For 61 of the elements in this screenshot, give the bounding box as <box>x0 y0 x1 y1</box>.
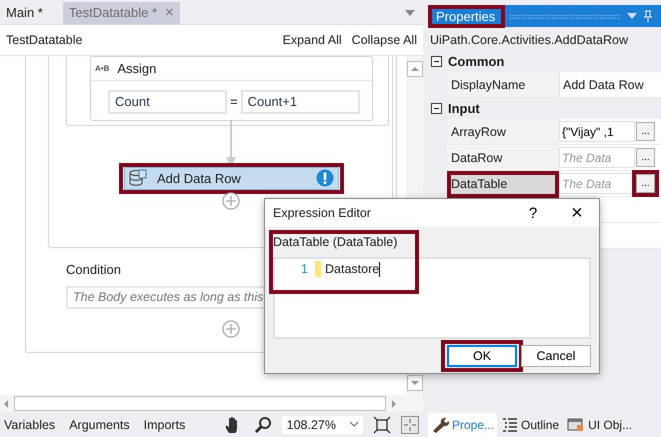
property-row[interactable]: DataTable The Data ... <box>447 171 661 197</box>
wrench-icon <box>431 416 449 432</box>
dialog-button[interactable]: OK <box>447 345 517 367</box>
panel-tab[interactable]: Arguments <box>69 418 130 432</box>
to-field[interactable]: Count <box>108 90 227 114</box>
add-icon[interactable] <box>222 192 240 210</box>
zoom-dropdown[interactable]: 108.27% <box>282 416 363 434</box>
expression-field[interactable]: {"Vijay" ,1 <box>559 121 635 142</box>
ui-object-icon <box>567 416 586 432</box>
value-field[interactable]: Count+1 <box>240 90 360 114</box>
group-heading: Input <box>448 101 480 116</box>
ellipsis-button[interactable]: ... <box>636 174 655 193</box>
line-number: 1 <box>301 262 309 276</box>
dialog-title: Expression Editor <box>273 206 371 220</box>
property-name[interactable]: DisplayName <box>447 72 559 97</box>
zoom-icon[interactable] <box>254 416 272 434</box>
outline-icon <box>502 416 518 432</box>
scroll-thumb[interactable] <box>14 396 386 412</box>
code-text: Datastore <box>325 262 380 276</box>
expression-label: DataTable (DataTable) <box>273 234 398 251</box>
scroll-up-icon[interactable] <box>406 60 422 77</box>
property-name[interactable]: DataRow <box>447 145 559 170</box>
collapse-icon[interactable] <box>431 103 442 114</box>
panel-tab[interactable]: UI Obj... <box>564 412 636 436</box>
reset-zoom-icon[interactable] <box>401 416 419 434</box>
activity-title: Assign <box>117 60 156 76</box>
help-button[interactable]: ? <box>511 204 555 222</box>
chevron-icon[interactable] <box>350 422 358 428</box>
dialog-button[interactable]: Cancel <box>521 345 591 367</box>
breadcrumb: TestDatatable <box>6 32 82 47</box>
fit-screen-icon[interactable] <box>373 416 391 434</box>
ellipsis-button[interactable]: ... <box>636 148 655 167</box>
header-link[interactable]: Collapse All <box>352 32 417 47</box>
code-editor[interactable]: 1 Datastore <box>273 257 591 339</box>
property-row[interactable]: ArrayRow {"Vijay" ,1 ... <box>447 119 661 145</box>
assign-icon: A•B <box>95 64 110 73</box>
scroll-down-icon[interactable] <box>406 375 422 392</box>
document-tab[interactable]: Main * <box>0 2 49 24</box>
panel-tab[interactable]: Outline <box>499 412 562 436</box>
activity-type: UiPath.Core.Activities.AddDataRow <box>429 32 629 49</box>
expression-field[interactable]: The Data <box>559 173 635 194</box>
equals-sign: = <box>230 94 238 110</box>
panel-tab[interactable]: Imports <box>144 418 186 432</box>
expression-field[interactable]: The Data <box>559 147 635 168</box>
collapse-icon[interactable] <box>431 56 442 67</box>
property-row[interactable]: DisplayName Add Data Row <box>447 72 661 98</box>
dropdown-icon[interactable] <box>405 10 415 16</box>
group-heading: Common <box>448 54 504 69</box>
pin-icon[interactable] <box>643 10 653 22</box>
property-name[interactable]: ArrayRow <box>447 119 559 144</box>
condition-label: Condition <box>66 262 121 277</box>
ellipsis-button[interactable]: ... <box>636 122 655 141</box>
panel-title: Properties <box>435 8 496 24</box>
database-icon <box>129 169 147 188</box>
dropdown-icon[interactable] <box>627 13 637 19</box>
panel-tab[interactable]: Variables <box>4 418 56 432</box>
close-button[interactable]: × <box>555 200 599 226</box>
header-link[interactable]: Expand All <box>282 32 342 47</box>
property-row[interactable]: DataRow The Data ... <box>447 145 661 171</box>
assign-card[interactable]: A•B Assign Count = Count+1 <box>90 56 373 121</box>
panel-tab[interactable]: Prope... <box>428 412 498 436</box>
